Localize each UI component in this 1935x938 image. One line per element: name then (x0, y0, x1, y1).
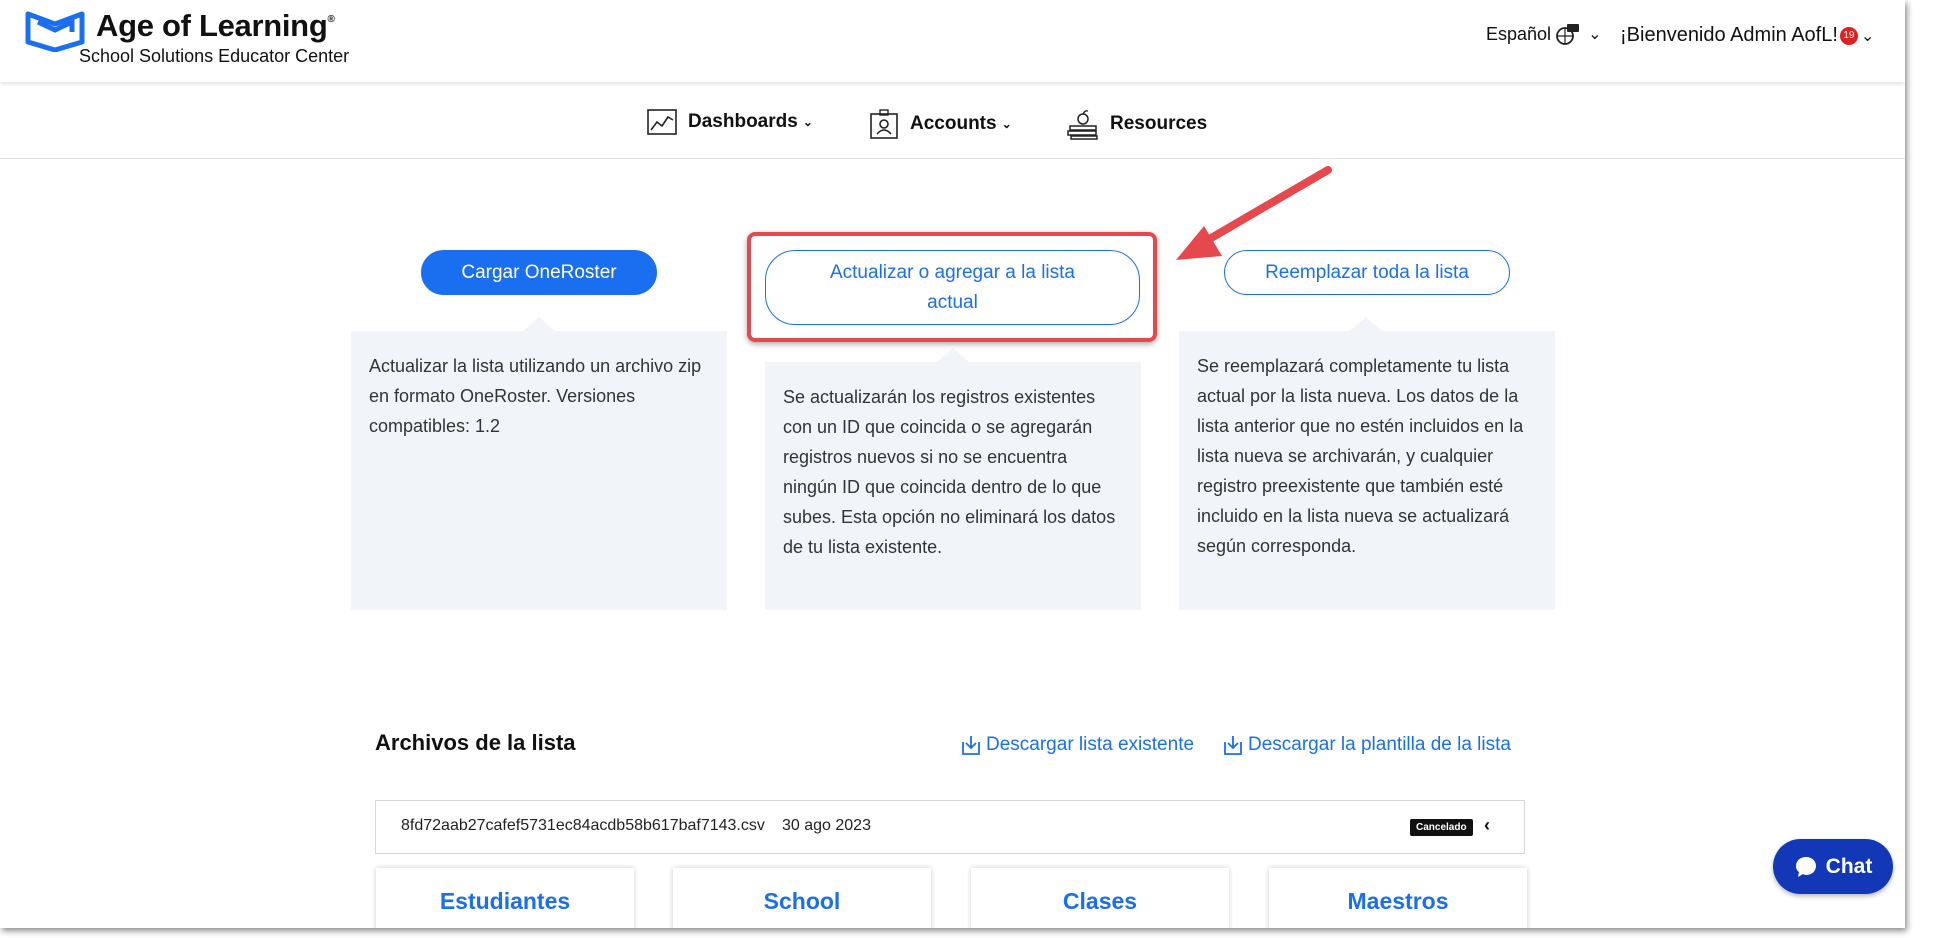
chevron-down-icon: ⌄ (802, 115, 813, 129)
book-logo-icon (25, 11, 85, 52)
upload-oneroster-button[interactable]: Cargar OneRoster (421, 250, 657, 295)
red-arrow-icon (1176, 166, 1332, 260)
card-pointer (523, 317, 555, 331)
nav-resources[interactable]: Resources (1066, 108, 1207, 140)
chevron-down-icon: ⌄ (1588, 26, 1602, 43)
account-card-icon (870, 109, 898, 139)
brand-title[interactable]: Age of Learning® (96, 8, 335, 44)
status-badge: Cancelado (1410, 819, 1473, 836)
nav-resources-label: Resources (1110, 113, 1208, 134)
chevron-down-icon: ⌄ (1001, 117, 1012, 131)
books-apple-icon (1067, 110, 1098, 140)
tile-classes[interactable]: Clases (971, 868, 1229, 928)
user-menu[interactable]: ¡Bienvenido Admin AofL! 19 ⌄ (1620, 24, 1874, 47)
card-pointer (937, 348, 969, 362)
file-date: 30 ago 2023 (782, 817, 871, 834)
tile-label: Clases (1062, 888, 1138, 914)
language-label: Español (1486, 23, 1552, 44)
download-template-label: Descargar la plantilla de la lista (1248, 734, 1511, 755)
welcome-text: ¡Bienvenido Admin AofL! (1620, 24, 1838, 46)
main-nav: Dashboards ⌄ Accounts ⌄ Resources (0, 82, 1905, 159)
tile-students[interactable]: Estudiantes (376, 868, 634, 928)
download-icon (1224, 736, 1242, 755)
update-description: Se actualizarán los registros existentes… (765, 362, 1141, 610)
nav-accounts[interactable]: Accounts ⌄ (868, 108, 1012, 140)
table-row[interactable]: 8fd72aab27cafef5731ec84acdb58b617baf7143… (375, 800, 1525, 854)
download-icon (962, 736, 980, 755)
app-window: Age of Learning® School Solutions Educat… (0, 0, 1905, 928)
chat-bubble-icon (1795, 856, 1816, 877)
oneroster-description: Actualizar la lista utilizando un archiv… (351, 331, 727, 610)
notification-badge: 19 (1839, 26, 1858, 45)
tile-label: School (763, 888, 841, 914)
file-name: 8fd72aab27cafef5731ec84acdb58b617baf7143… (401, 817, 765, 834)
list-files-title: Archivos de la lista (375, 730, 576, 755)
card-pointer (1350, 317, 1382, 331)
language-selector[interactable]: Español ⌄ (1486, 22, 1601, 46)
nav-dashboards[interactable]: Dashboards ⌄ (646, 108, 813, 136)
chevron-down-icon: ⌄ (1860, 27, 1875, 45)
replace-description: Se reemplazará completamente tu lista ac… (1179, 331, 1555, 610)
tile-label: Estudiantes (439, 888, 571, 914)
chat-label: Chat (1825, 854, 1873, 878)
globe-chat-icon (1556, 24, 1580, 45)
download-existing-label: Descargar lista existente (986, 734, 1195, 755)
nav-dashboards-label: Dashboards (688, 111, 798, 132)
tile-teachers[interactable]: Maestros (1269, 868, 1527, 928)
tile-label: Maestros (1347, 888, 1449, 914)
highlight-box (747, 232, 1157, 342)
download-template-link[interactable]: Descargar la plantilla de la lista (1222, 734, 1511, 756)
header: Age of Learning® School Solutions Educat… (0, 0, 1905, 82)
nav-accounts-label: Accounts (910, 113, 997, 134)
brand-subtitle: School Solutions Educator Center (79, 46, 350, 66)
tile-school[interactable]: School (673, 868, 931, 928)
chat-button[interactable]: Chat (1773, 839, 1893, 894)
download-existing-link[interactable]: Descargar lista existente (960, 734, 1194, 756)
chevron-left-icon[interactable]: ‹ (1484, 815, 1490, 836)
line-chart-icon (647, 109, 677, 135)
